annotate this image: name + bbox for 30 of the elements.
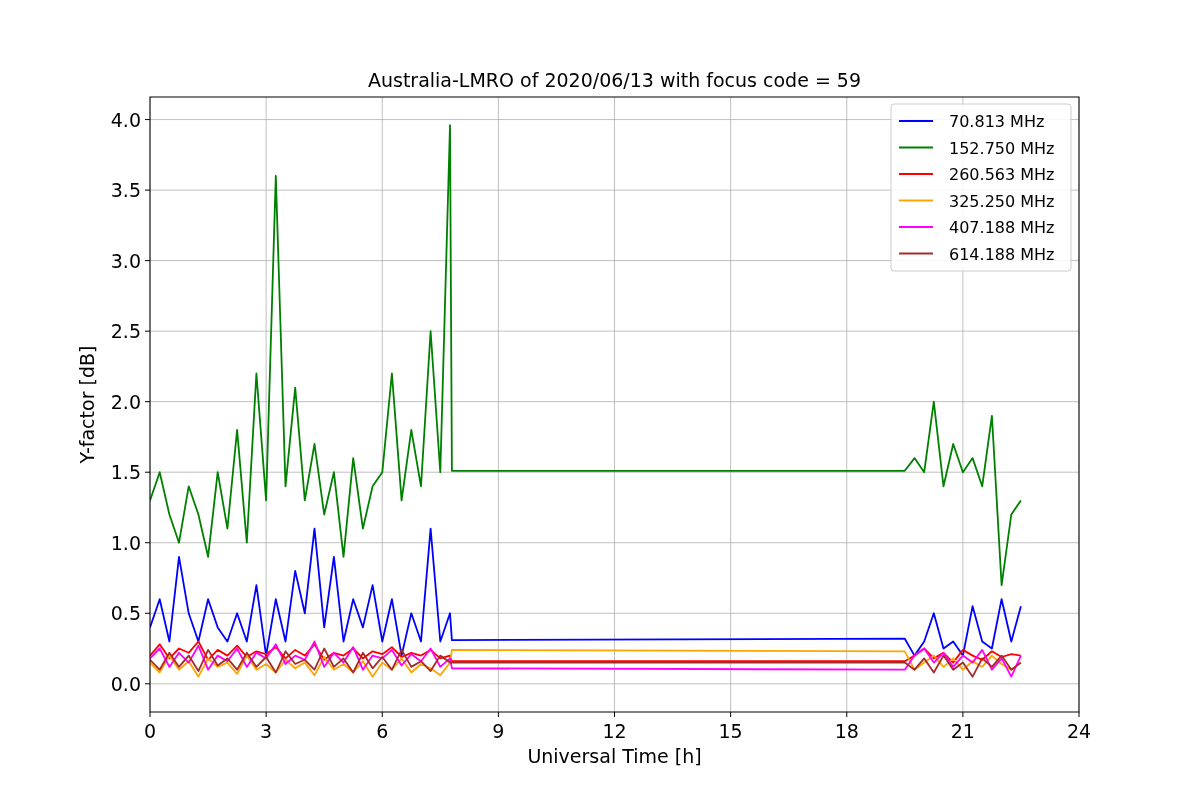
y-tick-label: 0.5 <box>110 602 141 625</box>
y-tick-label: 2.5 <box>110 320 141 343</box>
legend-label: 70.813 MHz <box>949 112 1045 131</box>
x-tick-label: 6 <box>376 720 389 742</box>
x-tick-label: 9 <box>492 720 505 742</box>
legend-label: 325.250 MHz <box>949 191 1055 211</box>
y-axis-label: Y-factor [dB] <box>76 345 98 464</box>
legend-swatch <box>898 199 934 202</box>
y-tick-label: 3.5 <box>110 179 141 202</box>
legend-swatch <box>898 146 934 149</box>
y-tick-label: 2.0 <box>110 390 141 413</box>
x-tick-label: 24 <box>1066 720 1092 742</box>
x-tick-label: 21 <box>950 720 975 742</box>
y-tick-label: 3.0 <box>110 249 141 272</box>
y-tick-label: 0.0 <box>110 672 141 695</box>
legend-swatch <box>898 252 934 255</box>
x-axis-label: Universal Time [h] <box>527 745 702 767</box>
legend-label: 152.750 MHz <box>949 138 1055 158</box>
y-tick-label: 1.0 <box>110 531 141 554</box>
x-tick-label: 12 <box>602 720 627 742</box>
legend-label: 407.188 MHz <box>949 218 1055 237</box>
legend-label: 614.188 MHz <box>949 244 1055 264</box>
x-tick-label: 18 <box>834 720 859 742</box>
chart-title: Australia-LMRO of 2020/06/13 with focus code = 59 <box>367 69 862 91</box>
y-tick-label: 1.5 <box>110 461 141 484</box>
legend-label: 260.563 MHz <box>949 165 1055 184</box>
x-tick-label: 15 <box>718 720 743 742</box>
x-tick-label: 3 <box>260 720 273 742</box>
x-tick-label: 0 <box>143 720 157 742</box>
y-tick-label: 4.0 <box>110 108 141 131</box>
